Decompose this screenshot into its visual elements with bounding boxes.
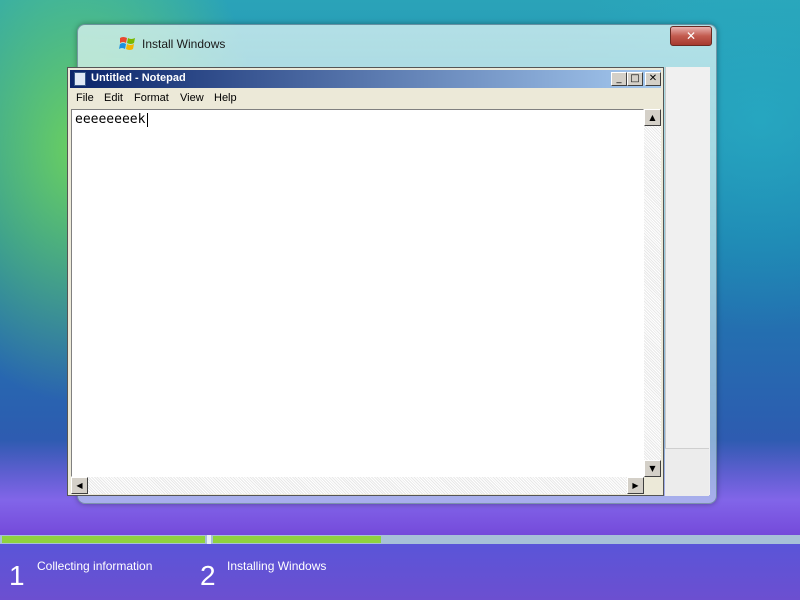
text-caret (147, 113, 148, 127)
progress-step1-fill (2, 536, 205, 543)
progress-divider (207, 535, 211, 544)
notepad-menubar: File Edit Format View Help (70, 89, 661, 107)
scroll-left-icon[interactable]: ◀ (71, 477, 88, 494)
scroll-right-icon[interactable]: ▶ (627, 477, 644, 494)
maximize-button[interactable]: □ (627, 72, 643, 86)
menu-help[interactable]: Help (214, 92, 237, 104)
scroll-down-icon[interactable]: ▼ (644, 460, 661, 477)
notepad-window: Untitled - Notepad _ □ ✕ File Edit Forma… (67, 67, 664, 496)
minimize-button[interactable]: _ (611, 72, 627, 86)
progress-step2-fill (213, 536, 381, 543)
size-grip-icon[interactable] (644, 477, 661, 494)
editor-text: eeeeeeeek (75, 112, 146, 127)
horizontal-scrollbar[interactable]: ◀ ▶ (71, 477, 644, 494)
menu-file[interactable]: File (76, 92, 94, 104)
setup-button-area (665, 448, 709, 496)
setup-content-panel (665, 67, 710, 495)
step-1-label: Collecting information (37, 559, 153, 573)
setup-window-title: Install Windows (142, 37, 226, 51)
setup-steps-bar: 1 Collecting information 2 Installing Wi… (0, 544, 800, 600)
step-1-number: 1 (9, 560, 25, 591)
step-2-number: 2 (200, 560, 216, 591)
close-button[interactable]: ✕ (645, 72, 661, 86)
step-2-label: Installing Windows (227, 559, 327, 573)
windows-logo-icon (119, 36, 136, 51)
menu-view[interactable]: View (180, 92, 204, 104)
notepad-titlebar[interactable]: Untitled - Notepad _ □ ✕ (70, 70, 661, 88)
scroll-up-icon[interactable]: ▲ (644, 109, 661, 126)
menu-format[interactable]: Format (134, 92, 169, 104)
notepad-title: Untitled - Notepad (91, 72, 186, 84)
text-editor-area[interactable]: eeeeeeeek (71, 109, 644, 477)
vertical-scrollbar[interactable]: ▲ ▼ (644, 109, 661, 477)
setup-close-button[interactable]: ✕ (670, 26, 712, 46)
menu-edit[interactable]: Edit (104, 92, 123, 104)
notepad-icon (74, 72, 86, 86)
